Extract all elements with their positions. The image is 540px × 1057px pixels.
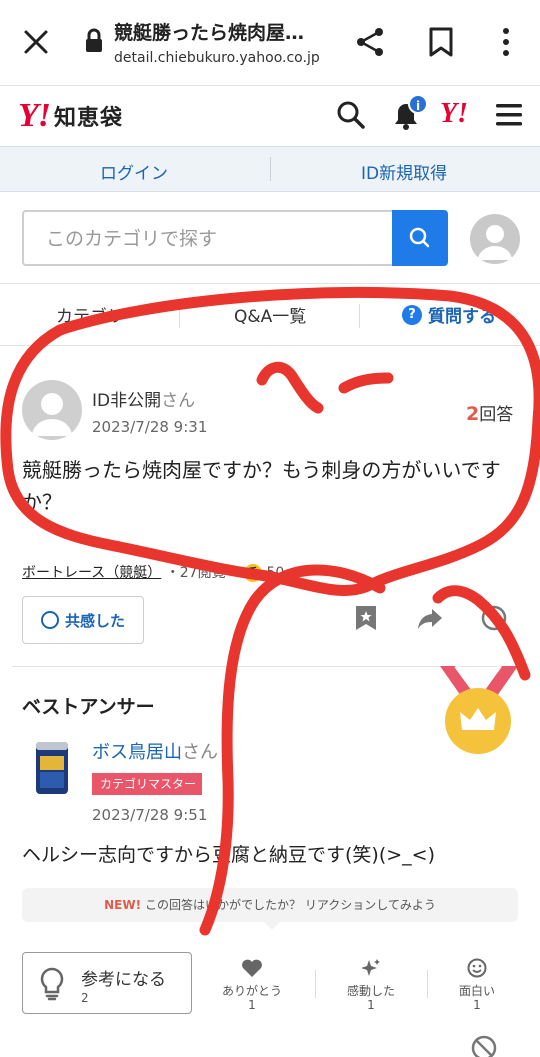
answerer-avatar-beer-can <box>36 742 68 794</box>
answerer-id: ボス鳥居山 <box>92 742 182 763</box>
coin-icon: チ <box>244 564 263 582</box>
site-header: Y! 知恵袋 i Y! <box>0 86 540 146</box>
tab-ask-question[interactable]: ? 質問する <box>402 302 496 327</box>
reaction-count: 1 <box>473 998 481 1012</box>
reaction-count: 1 <box>248 998 256 1012</box>
chiebukuro-logo[interactable]: Y! 知恵袋 <box>18 97 124 134</box>
user-avatar[interactable] <box>470 214 520 264</box>
tab-qa-list[interactable]: Q&A一覧 <box>234 302 306 327</box>
browser-url[interactable]: detail.chiebukuro.yahoo.co.jp <box>114 50 320 66</box>
auth-bar: ログイン ID新規取得 <box>0 146 540 192</box>
reaction-thanks-button[interactable]: ありがとう 1 <box>212 958 292 1011</box>
logo-text: 知恵袋 <box>54 106 124 131</box>
question-date: 2023/7/28 9:31 <box>92 418 208 436</box>
search-icon[interactable] <box>336 100 366 130</box>
best-answer-heading: ベストアンサー <box>22 696 155 718</box>
answer-count-number: 2 <box>466 403 480 425</box>
reaction-divider <box>427 970 428 998</box>
notification-badge: i <box>408 94 428 114</box>
helpful-button[interactable]: 参考になる 2 <box>22 952 192 1014</box>
share-arrow-icon[interactable] <box>416 604 444 632</box>
ask-label: 質問する <box>428 307 496 327</box>
reaction-label: 面白い <box>458 984 495 998</box>
lightbulb-icon <box>40 967 64 1001</box>
register-link[interactable]: ID新規取得 <box>361 159 447 184</box>
heart-icon <box>242 959 262 977</box>
browser-toolbar: 競艇勝ったら焼肉屋… detail.chiebukuro.yahoo.co.jp <box>0 0 540 86</box>
yahoo-logo[interactable]: Y! <box>440 98 468 130</box>
more-vert-icon[interactable] <box>496 26 516 58</box>
questioner-avatar <box>22 380 82 440</box>
logo-mark: Y! <box>18 97 51 134</box>
block-icon[interactable] <box>470 1034 498 1057</box>
smile-icon <box>467 958 487 978</box>
honorific: さん <box>161 391 196 411</box>
honorific: さん <box>182 742 218 763</box>
reaction-count: 1 <box>367 998 375 1012</box>
browser-page-title: 競艇勝ったら焼肉屋… <box>114 22 305 44</box>
auth-divider <box>270 157 271 181</box>
answer-date: 2023/7/28 9:51 <box>92 806 208 824</box>
tab-divider <box>179 304 180 328</box>
share-icon[interactable] <box>354 26 386 58</box>
helpful-count: 2 <box>81 991 89 1005</box>
medal-crown-icon <box>440 666 518 754</box>
question-category-link[interactable]: ボートレース（競艇） <box>22 565 161 581</box>
answer-count[interactable]: 2回答 <box>466 400 513 425</box>
hamburger-menu-icon[interactable] <box>494 102 524 128</box>
answerer-name[interactable]: ボス鳥居山さん <box>92 738 218 764</box>
bookmark-icon[interactable] <box>428 26 454 58</box>
default-avatar-icon <box>478 225 512 260</box>
questioner-name: ID非公開さん <box>92 386 195 411</box>
empathy-label: 共感した <box>64 611 125 630</box>
question-coins: 50 <box>266 565 285 581</box>
category-search-input[interactable]: このカテゴリで探す <box>22 210 394 266</box>
reaction-prompt: NEW! この回答はいかがでしたか？ リアクションしてみよう <box>22 888 518 930</box>
question-body: 競艇勝ったら焼肉屋ですか？もう刺身の方がいいですか？ <box>22 458 501 514</box>
reaction-label: 感動した <box>346 984 395 998</box>
reaction-prompt-text: この回答はいかがでしたか？ リアクションしてみよう <box>145 898 436 912</box>
empathy-button[interactable]: 共感した <box>22 596 144 644</box>
sparkle-icon <box>361 959 380 976</box>
login-link[interactable]: ログイン <box>100 159 168 184</box>
block-icon[interactable] <box>480 604 508 632</box>
tab-divider <box>359 304 360 328</box>
smile-icon <box>40 611 59 629</box>
new-label: NEW! <box>104 898 142 912</box>
question-views: ・27閲覧・ <box>165 565 240 581</box>
reaction-divider <box>315 970 316 998</box>
question-meta: ボートレース（競艇） ・27閲覧・ チ 50 <box>22 562 284 582</box>
default-avatar-icon <box>32 393 72 436</box>
reaction-funny-button[interactable]: 面白い 1 <box>437 958 517 1011</box>
category-master-badge: カテゴリマスター <box>92 773 202 795</box>
tab-category[interactable]: カテゴリ <box>56 302 124 327</box>
search-button[interactable] <box>392 210 448 266</box>
answer-body: ヘルシー志向ですから豆腐と納豆です(笑)(>_<) <box>22 844 435 866</box>
questioner-id: ID非公開 <box>92 391 162 411</box>
reaction-label: ありがとう <box>221 984 282 998</box>
notification-button[interactable]: i <box>388 94 428 132</box>
question-icon: ? <box>402 304 422 325</box>
close-icon[interactable] <box>22 28 50 56</box>
lock-icon <box>86 28 102 52</box>
nav-tabs: カテゴリ Q&A一覧 ? 質問する <box>0 284 540 346</box>
reaction-moved-button[interactable]: 感動した 1 <box>331 958 411 1011</box>
prompt-tail <box>264 922 280 930</box>
category-search: このカテゴリで探す <box>0 192 540 284</box>
bookmark-add-icon[interactable] <box>352 604 380 632</box>
search-icon <box>409 227 430 248</box>
answer-count-label: 回答 <box>479 405 514 425</box>
helpful-label: 参考になる <box>81 970 166 990</box>
